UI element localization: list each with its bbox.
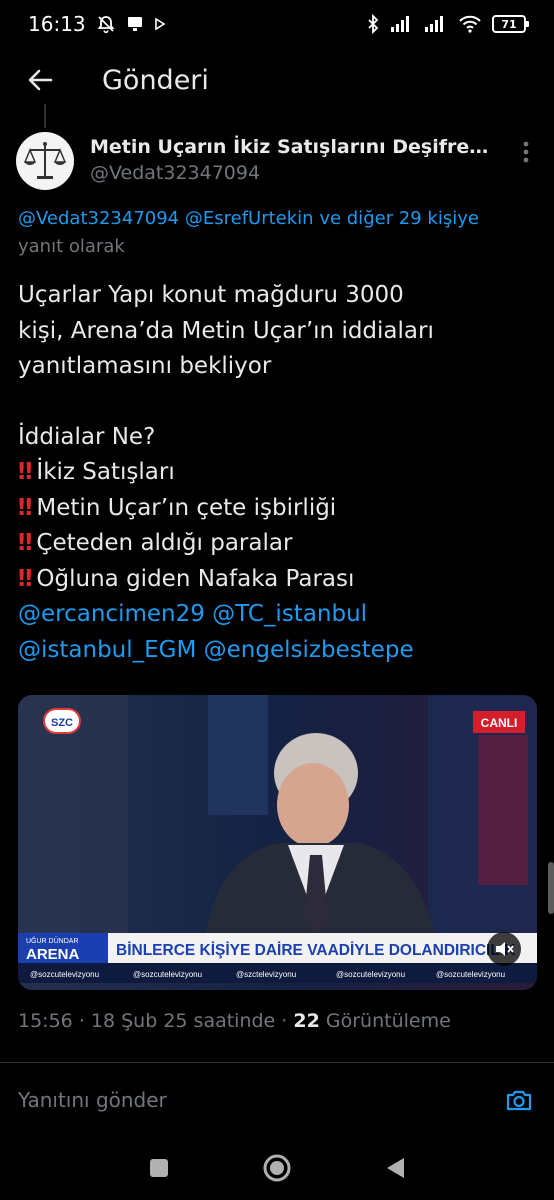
tweet-line: kişi, Arena’da Metin Uçar’ın iddiaları [18,317,434,344]
battery-icon: 71 [492,15,529,33]
mute-icon[interactable] [487,932,521,966]
double-exclamation-icon: ‼ [18,459,33,485]
home-circle-icon[interactable] [257,1148,297,1188]
mention-link[interactable]: @TC_istanbul [212,601,367,627]
double-exclamation-icon: ‼ [18,565,33,592]
camera-icon[interactable] [502,1083,536,1117]
status-bar: 16:13 71 [0,0,554,48]
social-handle: @sozcutelevizyonu [436,970,505,979]
back-arrow-icon[interactable] [24,64,56,96]
channel-logo: SZC [51,717,73,729]
mention-link[interactable]: @EsrefUrtekin [185,208,314,229]
double-exclamation-icon: ‼ [18,494,33,521]
bullet-item: ‼ Oğluna giden Nafaka Parası [18,562,538,598]
bullet-text: Metin Uçar’ın çete işbirliği [36,494,337,521]
author-handle[interactable]: @Vedat32347094 [90,160,500,186]
headline: BİNLERCE KİŞİYE DAİRE VAADİYLE DOLANDIRI… [116,942,516,959]
reply-input[interactable]: Yanıtını gönder [18,1088,167,1112]
show-small-label: UĞUR DÜNDAR [26,936,79,945]
tweet-meta: 15:56 · 18 Şub 25 saatinde · 22 Görüntül… [18,1010,451,1032]
signal-icon [390,15,414,33]
status-time: 16:13 [28,12,86,36]
system-nav-bar [0,1136,554,1200]
live-badge: CANLI [481,716,518,730]
social-handle: @szctelevizyonu [236,970,296,979]
tweet-text: Uçarlar Yapı konut mağduru 3000 kişi, Ar… [18,278,538,668]
back-triangle-icon[interactable] [375,1148,415,1188]
play-icon [154,17,166,31]
tweet-line: yanıtlamasını bekliyor [18,353,272,379]
author-name[interactable]: Metin Uçarın İkiz Satışlarını Deşifre… [90,134,500,160]
show-name: ARENA [26,946,80,963]
reply-context-suffix: yanıt olarak [18,236,125,257]
video-frame: SZC CANLI UĞUR DÜNDAR ARENA BİNLERCE KİŞ… [18,695,537,990]
top-app-bar: Gönderi [0,48,554,112]
recents-square-icon[interactable] [139,1148,179,1188]
avatar[interactable] [16,132,74,190]
reply-context: @Vedat32347094 @EsrefUrtekin ve diğer 29… [18,205,554,233]
more-options-icon[interactable] [514,132,538,172]
bullet-item: ‼ İkiz Satışları [18,455,538,491]
scales-of-justice-icon [23,142,67,179]
mentions-line: @ercancimen29 @TC_istanbul [18,597,538,633]
divider [0,1062,554,1063]
video-player[interactable]: SZC CANLI UĞUR DÜNDAR ARENA BİNLERCE KİŞ… [18,695,537,990]
tweet-line: Uçarlar Yapı konut mağduru 3000 [18,282,404,308]
bullet-text: İkiz Satışları [36,459,175,485]
scrollbar-thumb[interactable] [548,862,554,914]
bullet-text: Çeteden aldığı paralar [36,530,293,556]
social-handle: @sozcutelevizyonu [336,970,405,979]
author-info[interactable]: Metin Uçarın İkiz Satışlarını Deşifre… @… [90,132,500,186]
tweet-date: 18 Şub 25 saatinde [90,1010,276,1032]
tweet-question: İddialar Ne? [18,423,156,450]
desktop-icon [126,15,144,33]
mention-link[interactable]: @Vedat32347094 [18,208,179,229]
others-link[interactable]: ve diğer 29 kişiye [319,208,479,229]
views-label: Görüntüleme [325,1010,451,1032]
bullet-item: ‼ Çeteden aldığı paralar [18,526,538,562]
bullet-item: ‼ Metin Uçar’ın çete işbirliği [18,491,538,527]
thread-connector-line [44,104,46,128]
author-row: Metin Uçarın İkiz Satışlarını Deşifre… @… [16,132,538,190]
social-handle: @sozcutelevizyonu [30,970,99,979]
signal-icon-2 [424,15,448,33]
wifi-icon [458,15,482,33]
page-title: Gönderi [102,64,209,96]
double-exclamation-icon: ‼ [18,530,33,556]
bluetooth-icon [366,14,380,34]
notifications-off-icon [96,14,116,34]
mention-link[interactable]: @engelsizbestepe [204,637,414,663]
mentions-line: @istanbul_EGM @engelsizbestepe [18,633,538,669]
views-count: 22 [293,1010,320,1032]
bullet-text: Oğluna giden Nafaka Parası [36,565,355,592]
tweet-time: 15:56 [18,1010,73,1032]
social-handle: @sozcutelevizyonu [133,970,202,979]
reply-bar: Yanıtını gönder [0,1070,554,1130]
mention-link[interactable]: @istanbul_EGM [18,637,196,663]
mention-link[interactable]: @ercancimen29 [18,601,205,627]
